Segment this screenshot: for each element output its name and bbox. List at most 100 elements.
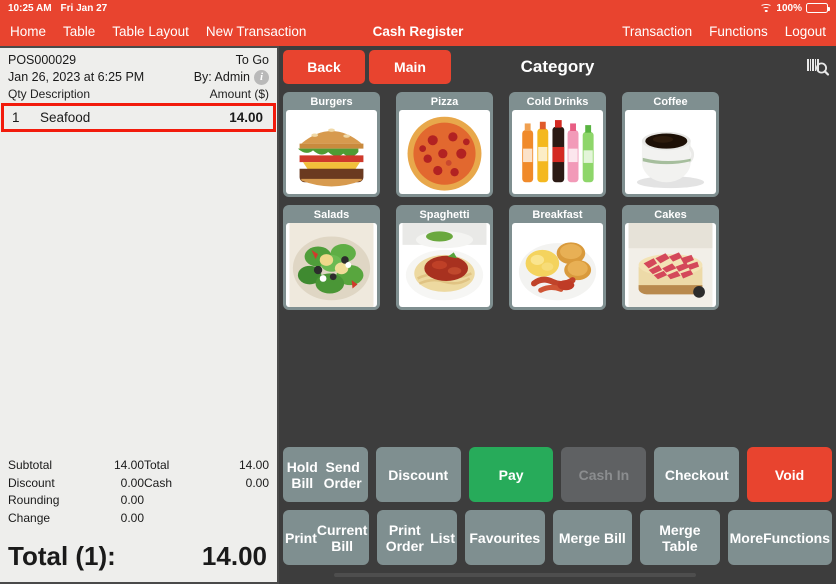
info-icon[interactable]: i [254,70,269,85]
category-tile-image-breakfast [512,223,603,307]
order-type: To Go [235,53,269,67]
category-tile[interactable]: Cold Drinks [509,92,606,197]
pay-button[interactable]: Pay [468,447,554,502]
totals-right-column: Total 14.00 Cash 0.00 [144,457,269,527]
receipt-header-row-2: Jan 26, 2023 at 6:25 PM By: Admin i [8,69,269,86]
receipt-column-headers: Qty Description Amount ($) [0,86,277,103]
action-row-1: Hold Bill Send Order Discount Pay Cash In Che… [283,447,832,502]
line-item-amount: 14.00 [229,110,263,125]
line-item-description: Seafood [40,110,91,125]
nav-table[interactable]: Table [63,24,95,39]
nav-functions[interactable]: Functions [709,24,768,39]
nav-new-transaction[interactable]: New Transaction [206,24,307,39]
category-tile[interactable]: Breakfast [509,205,606,310]
horizontal-scrollbar[interactable] [291,573,824,578]
merge-table-button[interactable]: Merge Table [640,510,720,565]
category-tile[interactable]: Salads [283,205,380,310]
receipt-header-row-1: POS000029 To Go [8,52,269,69]
total-row: Subtotal 14.00 [8,457,144,475]
receipt-header: POS000029 To Go Jan 26, 2023 at 6:25 PM … [0,48,277,86]
category-tile[interactable]: Pizza [396,92,493,197]
total-label: Discount [8,475,55,490]
total-value: 0.00 [120,475,144,490]
nav-home[interactable]: Home [10,24,46,39]
column-header-amount: Amount ($) [209,87,269,101]
hold-bill-send-order-button[interactable]: Hold Bill Send Order [283,447,368,502]
status-right-group: 100% [760,2,831,14]
body-area: POS000029 To Go Jan 26, 2023 at 6:25 PM … [0,46,836,584]
cash-in-button: Cash In [561,447,647,502]
category-tile[interactable]: Spaghetti [396,205,493,310]
category-tile-label: Spaghetti [419,209,470,221]
total-label: Total [144,458,170,472]
total-row: Discount 0.00 [8,475,144,493]
category-tile-label: Cold Drinks [526,96,589,108]
receipt-line-item[interactable]: 1 Seafood 14.00 [1,103,276,132]
print-order-list-button[interactable]: Print Order List [377,510,457,565]
pos-app: 10:25 AM Fri Jan 27 100% Home Table Tabl… [0,0,836,584]
print-current-bill-button[interactable]: Print Current Bill [283,510,370,565]
total-row: Rounding 0.00 [8,492,144,510]
total-value: 0.00 [120,493,144,507]
void-button[interactable]: Void [747,447,832,502]
nav-logout[interactable]: Logout [785,24,826,39]
status-time: 10:25 AM [8,2,52,14]
total-row: Cash 0.00 [144,475,269,493]
nav-bar: Home Table Table Layout New Transaction … [0,16,836,46]
category-tile-image-bottles [512,110,603,194]
total-row: Change 0.00 [8,510,144,528]
total-value: 0.00 [245,475,269,490]
category-tile[interactable]: Cakes [622,205,719,310]
action-row-2: Print Current Bill Print Order List Favourit… [283,510,832,565]
category-tile-image-salad [286,223,377,307]
total-value: 0.00 [120,510,144,525]
status-date: Fri Jan 27 [60,2,108,14]
total-label: Cash [144,475,173,490]
category-tile-label: Pizza [430,96,459,108]
operator-group: By: Admin i [194,69,269,86]
nav-left-group: Home Table Table Layout New Transaction [10,24,306,39]
nav-transaction[interactable]: Transaction [622,24,692,39]
category-tile-grid: Burgers Pizza Cold Drinks Coffee Salads … [279,88,836,447]
category-tile-image-spaghetti [399,223,490,307]
nav-right-group: Transaction Functions Logout [622,24,826,39]
operator-label: By: Admin [193,70,250,84]
catalog-toolbar: Back Main Category [279,46,836,88]
receipt-panel: POS000029 To Go Jan 26, 2023 at 6:25 PM … [0,46,279,584]
battery-percent-label: 100% [776,2,802,14]
line-item-qty: 1 [12,110,20,125]
barcode-scan-icon[interactable] [804,54,830,80]
category-tile[interactable]: Coffee [622,92,719,197]
category-tile-image-coffee [625,110,716,194]
favourites-button[interactable]: Favourites [465,510,545,565]
back-button[interactable]: Back [283,50,365,84]
total-value: 14.00 [238,458,269,472]
grand-total-row: Total (1): 14.00 [0,527,277,582]
battery-full-icon [806,3,831,13]
catalog-panel: Back Main Category Burgers Pizza Cold Dr… [279,46,836,584]
category-tile-label: Coffee [653,96,688,108]
grand-total-value: 14.00 [201,541,267,571]
discount-button[interactable]: Discount [375,447,461,502]
receipt-totals: Subtotal 14.00 Discount 0.00 Rounding 0.00 Cha… [0,454,277,527]
merge-bill-button[interactable]: Merge Bill [552,510,633,565]
main-button[interactable]: Main [369,50,451,84]
wifi-icon [760,3,773,13]
total-label: Change [8,510,51,525]
order-id: POS000029 [8,53,77,67]
column-header-description: Description [30,87,91,101]
checkout-button[interactable]: Checkout [654,447,740,502]
column-header-qty: Qty [8,87,27,101]
category-tile-label: Salads [313,209,350,221]
more-functions-button[interactable]: More Functions [727,510,832,565]
order-datetime: Jan 26, 2023 at 6:25 PM [8,70,145,84]
total-label: Rounding [8,493,60,507]
category-tile-image-burger [286,110,377,194]
total-label: Subtotal [8,458,53,472]
totals-left-column: Subtotal 14.00 Discount 0.00 Rounding 0.00 Cha… [8,457,144,527]
total-row: Total 14.00 [144,457,269,475]
category-tile[interactable]: Burgers [283,92,380,197]
nav-table-layout[interactable]: Table Layout [112,24,189,39]
total-value: 14.00 [113,458,144,472]
scrollbar-thumb[interactable] [333,573,697,577]
